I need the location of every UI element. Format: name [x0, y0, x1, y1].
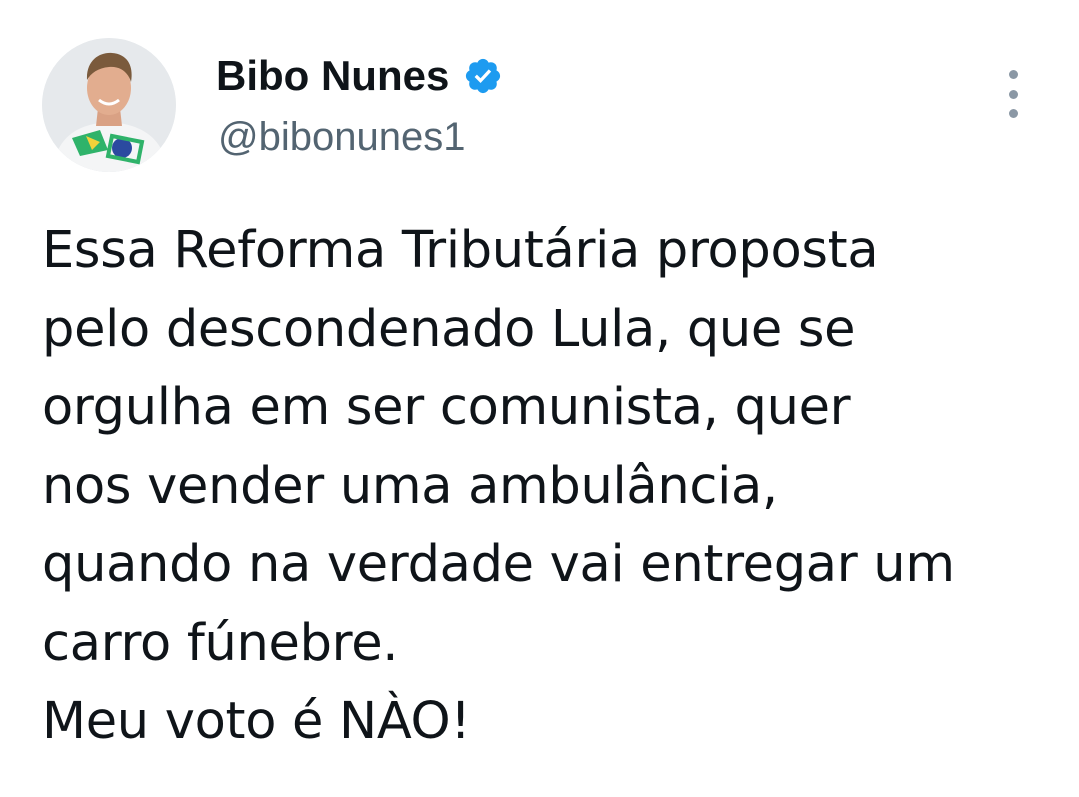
- tweet-text-line: carro fúnebre.: [42, 613, 399, 673]
- author-handle[interactable]: @bibonunes1: [218, 112, 465, 162]
- menu-dot: [1008, 89, 1018, 99]
- tweet-text-line: quando na verdade vai entregar um: [42, 535, 955, 594]
- tweet-text-line: orgulha em ser comunista, quer: [42, 378, 851, 437]
- menu-dot: [1008, 70, 1018, 79]
- tweet-text: Essa Reforma Tributária proposta pelo de…: [42, 212, 1052, 762]
- author-display-name[interactable]: Bibo Nunes: [216, 50, 449, 102]
- tweet-text-line: pelo descondenado Lula, que se: [42, 299, 856, 359]
- tweet-text-line: Meu voto é NÀO!: [42, 692, 471, 751]
- verified-badge-icon: [463, 56, 503, 96]
- menu-dot: [1008, 109, 1018, 118]
- author-avatar[interactable]: [42, 38, 176, 172]
- tweet-text-line: nos vender uma ambulância,: [42, 456, 778, 516]
- tweet-text-line: Essa Reforma Tributária proposta: [42, 221, 879, 280]
- avatar-photo: [42, 38, 176, 172]
- tweet-card: Bibo Nunes @bibonunes1 Essa Reforma Trib…: [0, 0, 1079, 797]
- author-name-row: Bibo Nunes: [216, 50, 503, 102]
- more-options-icon[interactable]: [996, 70, 1030, 118]
